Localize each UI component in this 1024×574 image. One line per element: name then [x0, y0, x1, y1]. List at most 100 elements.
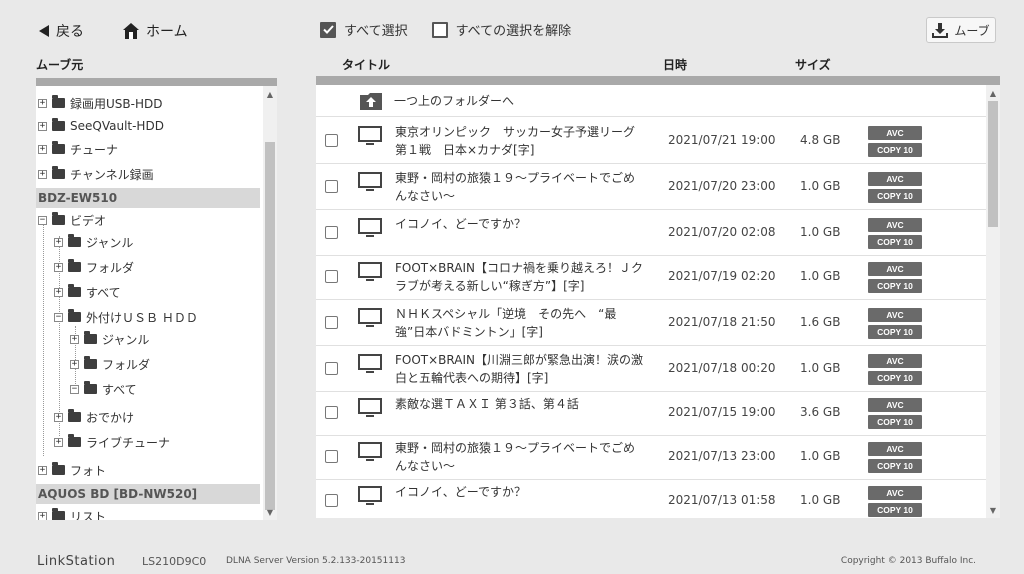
expand-icon[interactable]: + — [70, 359, 79, 369]
column-header-date[interactable]: 日時 — [663, 56, 687, 73]
row-checkbox[interactable] — [325, 406, 338, 419]
device-model: LS210D9C0 — [142, 555, 207, 568]
scroll-up-icon[interactable]: ▲ — [986, 87, 1000, 101]
tree-item-photo[interactable]: + フォト — [38, 460, 106, 480]
folder-open-icon — [52, 212, 65, 225]
recording-size: 1.0 GB — [800, 361, 841, 375]
expand-icon[interactable]: + — [38, 98, 47, 108]
selection-bar: すべて選択 すべての選択を解除 — [320, 20, 571, 39]
tree-item-genre[interactable]: + ジャンル — [54, 232, 133, 252]
tree-item-live-tuner[interactable]: + ライブチューナ — [54, 432, 170, 452]
recordings-panel: 一つ上のフォルダーへ 東京オリンピック サッカー女子予選リーグ 第１戦 日本×カ… — [316, 76, 1000, 518]
recording-row[interactable]: FOOT×BRAIN【コロナ禍を乗り越えろ！Ｊクラブが考える新しい“稼ぎ方”】[… — [316, 254, 986, 300]
tree-item-channel-recording[interactable]: + チャンネル録画 — [38, 164, 154, 184]
source-header: ムーブ元 — [36, 58, 84, 72]
recording-title[interactable]: FOOT×BRAIN【川淵三郎が緊急出演！涙の激白と五輪代表への期待】[字] — [395, 351, 645, 387]
tree-item-external-usb-hdd[interactable]: − 外付けＵＳＢ ＨＤＤ — [54, 307, 198, 327]
recording-title[interactable]: ＮＨＫスペシャル「逆境 その先へ “最強”日本バドミントン」[字] — [395, 305, 645, 341]
expand-icon[interactable]: + — [38, 511, 47, 520]
recording-date: 2021/07/18 21:50 — [668, 315, 776, 329]
recording-title[interactable]: 素敵な選ＴＡＸＩ 第３話、第４話 — [395, 395, 645, 413]
deselect-all-checkbox[interactable] — [431, 21, 448, 38]
scrollbar-thumb[interactable] — [265, 142, 275, 510]
column-header-size[interactable]: サイズ — [795, 56, 831, 73]
home-button[interactable]: ホーム — [122, 21, 188, 41]
source-tree-scrollbar[interactable]: ▲ ▼ — [263, 86, 277, 520]
tree-item-all[interactable]: + すべて — [54, 282, 121, 302]
recording-title[interactable]: 東野・岡村の旅猿１９～プライベートでごめんなさい～ — [395, 169, 645, 205]
row-checkbox[interactable] — [325, 316, 338, 329]
recording-title[interactable]: イコノイ、どーですか？ — [395, 215, 645, 233]
row-checkbox[interactable] — [325, 270, 338, 283]
row-checkbox[interactable] — [325, 134, 338, 147]
collapse-icon[interactable]: − — [38, 215, 47, 225]
scroll-up-icon[interactable]: ▲ — [263, 88, 277, 102]
column-header-title[interactable]: タイトル — [342, 56, 390, 73]
recording-date: 2021/07/13 01:58 — [668, 493, 776, 507]
tree-item-odekake[interactable]: + おでかけ — [54, 407, 134, 427]
expand-icon[interactable]: + — [70, 334, 79, 344]
recording-title[interactable]: FOOT×BRAIN【コロナ禍を乗り越えろ！Ｊクラブが考える新しい“稼ぎ方”】[… — [395, 259, 645, 295]
expand-icon[interactable]: + — [38, 121, 47, 131]
expand-icon[interactable]: + — [54, 437, 63, 447]
deselect-all-option[interactable]: すべての選択を解除 — [431, 20, 571, 39]
row-checkbox[interactable] — [325, 226, 338, 239]
tree-item-usb-genre[interactable]: + ジャンル — [70, 329, 149, 349]
tree-item-tuner[interactable]: + チューナ — [38, 139, 118, 159]
recording-row[interactable]: FOOT×BRAIN【川淵三郎が緊急出演！涙の激白と五輪代表への期待】[字] 20… — [316, 346, 986, 392]
tv-icon — [358, 172, 382, 191]
expand-icon[interactable]: + — [54, 237, 63, 247]
collapse-icon[interactable]: − — [70, 384, 79, 394]
row-checkbox[interactable] — [325, 494, 338, 507]
recording-row[interactable]: 東京オリンピック サッカー女子予選リーグ 第１戦 日本×カナダ[字] 2021/0… — [316, 118, 986, 164]
select-all-option[interactable]: すべて選択 — [320, 20, 408, 39]
recording-row[interactable]: イコノイ、どーですか？ 2021/07/13 01:58 1.0 GB AVC COPY… — [316, 478, 986, 518]
select-all-checkbox[interactable] — [320, 21, 336, 38]
move-button[interactable]: ムーブ — [926, 17, 996, 43]
scrollbar-thumb[interactable] — [988, 101, 998, 227]
expand-icon[interactable]: + — [38, 465, 47, 475]
scroll-down-icon[interactable]: ▼ — [263, 506, 277, 520]
recordings-scrollbar[interactable]: ▲ ▼ — [986, 85, 1000, 518]
recording-row[interactable]: 東野・岡村の旅猿１９～プライベートでごめんなさい～ 2021/07/13 23:0… — [316, 434, 986, 480]
expand-icon[interactable]: + — [54, 287, 63, 297]
tree-item-label: ジャンル — [102, 332, 150, 347]
tree-item-usb-folder[interactable]: + フォルダ — [70, 354, 150, 374]
recording-row[interactable]: イコノイ、どーですか？ 2021/07/20 02:08 1.0 GB AVC COPY… — [316, 210, 986, 256]
recording-row[interactable]: 素敵な選ＴＡＸＩ 第３話、第４話 2021/07/15 19:00 3.6 GB AV… — [316, 390, 986, 436]
select-all-label: すべて選択 — [344, 24, 408, 39]
tree-item-usb-all[interactable]: − すべて — [70, 379, 137, 399]
recordings-list: 一つ上のフォルダーへ 東京オリンピック サッカー女子予選リーグ 第１戦 日本×カ… — [316, 85, 986, 518]
recording-size: 3.6 GB — [800, 405, 841, 419]
tree-item-list[interactable]: + リスト — [38, 506, 106, 520]
folder-icon — [68, 234, 81, 247]
tree-item-usb-hdd[interactable]: + 録画用USB-HDD — [38, 93, 162, 113]
row-checkbox[interactable] — [325, 450, 338, 463]
expand-icon[interactable]: + — [54, 412, 63, 422]
codec-badge: AVC — [868, 442, 922, 456]
scroll-down-icon[interactable]: ▼ — [986, 504, 1000, 518]
tree-item-seeqvault[interactable]: + SeeQVault-HDD — [38, 116, 164, 136]
row-checkbox[interactable] — [325, 180, 338, 193]
tree-item-label: 外付けＵＳＢ ＨＤＤ — [86, 310, 198, 325]
recording-title[interactable]: 東野・岡村の旅猿１９～プライベートでごめんなさい～ — [395, 439, 645, 475]
expand-icon[interactable]: + — [38, 169, 47, 179]
folder-icon — [52, 508, 65, 520]
tree-guide-line — [43, 216, 44, 456]
recording-row[interactable]: 東野・岡村の旅猿１９～プライベートでごめんなさい～ 2021/07/20 23:0… — [316, 164, 986, 210]
recording-title[interactable]: 東京オリンピック サッカー女子予選リーグ 第１戦 日本×カナダ[字] — [395, 123, 647, 159]
recording-title[interactable]: イコノイ、どーですか？ — [395, 483, 645, 501]
tree-item-folder[interactable]: + フォルダ — [54, 257, 134, 277]
row-checkbox[interactable] — [325, 362, 338, 375]
tv-icon — [358, 126, 382, 145]
recording-size: 1.0 GB — [800, 179, 841, 193]
tree-item-video[interactable]: − ビデオ — [38, 210, 106, 230]
folder-icon — [84, 356, 97, 369]
up-folder-row[interactable]: 一つ上のフォルダーへ — [316, 85, 986, 117]
expand-icon[interactable]: + — [54, 262, 63, 272]
back-button[interactable]: 戻る — [38, 21, 84, 41]
collapse-icon[interactable]: − — [54, 312, 63, 322]
expand-icon[interactable]: + — [38, 144, 47, 154]
recording-row[interactable]: ＮＨＫスペシャル「逆境 その先へ “最強”日本バドミントン」[字] 2021/07… — [316, 300, 986, 346]
up-folder-icon — [360, 92, 382, 110]
